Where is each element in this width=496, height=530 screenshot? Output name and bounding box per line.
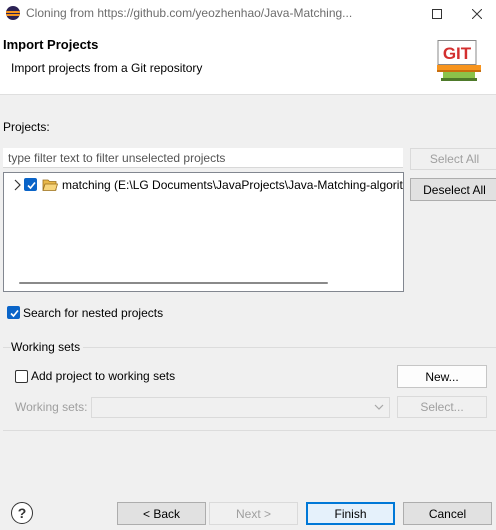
working-sets-combo[interactable]: [91, 397, 390, 418]
project-filter-input[interactable]: [3, 148, 403, 168]
wizard-header: Import Projects Import projects from a G…: [0, 27, 496, 95]
select-working-sets-button[interactable]: Select...: [397, 396, 487, 418]
nested-projects-label: Search for nested projects: [23, 306, 164, 320]
projects-label: Projects:: [3, 120, 50, 134]
project-checkbox[interactable]: [24, 178, 37, 191]
back-button[interactable]: < Back: [117, 502, 206, 525]
eclipse-icon: [6, 6, 20, 20]
help-icon[interactable]: ?: [11, 502, 33, 524]
add-to-working-sets-label: Add project to working sets: [31, 369, 176, 383]
next-button[interactable]: Next >: [209, 502, 298, 525]
window-title: Cloning from https://github.com/yeozhenh…: [26, 6, 353, 20]
close-icon: [472, 8, 482, 19]
page-subtitle: Import projects from a Git repository: [11, 61, 203, 75]
working-sets-label: Working sets:: [15, 400, 88, 414]
checkmark-icon: [10, 309, 19, 318]
project-label: matching (E:\LG Documents\JavaProjects\J…: [62, 178, 403, 192]
horizontal-scrollbar[interactable]: [19, 282, 328, 284]
title-bar: Cloning from https://github.com/yeozhenh…: [0, 0, 496, 27]
finish-button[interactable]: Finish: [306, 502, 395, 525]
git-logo-text: GIT: [443, 44, 472, 63]
maximize-icon: [432, 8, 442, 19]
project-row[interactable]: matching (E:\LG Documents\JavaProjects\J…: [4, 176, 403, 194]
chevron-down-icon: [374, 404, 384, 410]
new-working-set-button[interactable]: New...: [397, 365, 487, 388]
page-title: Import Projects: [3, 37, 99, 52]
cancel-button[interactable]: Cancel: [403, 502, 492, 525]
close-button[interactable]: [458, 0, 496, 27]
working-sets-group-label: Working sets: [11, 340, 84, 354]
open-folder-icon: [42, 179, 58, 191]
maximize-button[interactable]: [418, 0, 456, 27]
projects-tree[interactable]: matching (E:\LG Documents\JavaProjects\J…: [3, 172, 404, 292]
git-logo-icon: GIT: [437, 40, 481, 81]
add-to-working-sets-checkbox[interactable]: [15, 370, 28, 383]
checkmark-icon: [27, 181, 36, 190]
deselect-all-button[interactable]: Deselect All: [410, 178, 496, 201]
select-all-button[interactable]: Select All: [410, 148, 496, 170]
working-sets-group: [3, 347, 496, 431]
nested-projects-checkbox[interactable]: [7, 306, 20, 319]
expand-arrow-icon[interactable]: [13, 179, 23, 191]
